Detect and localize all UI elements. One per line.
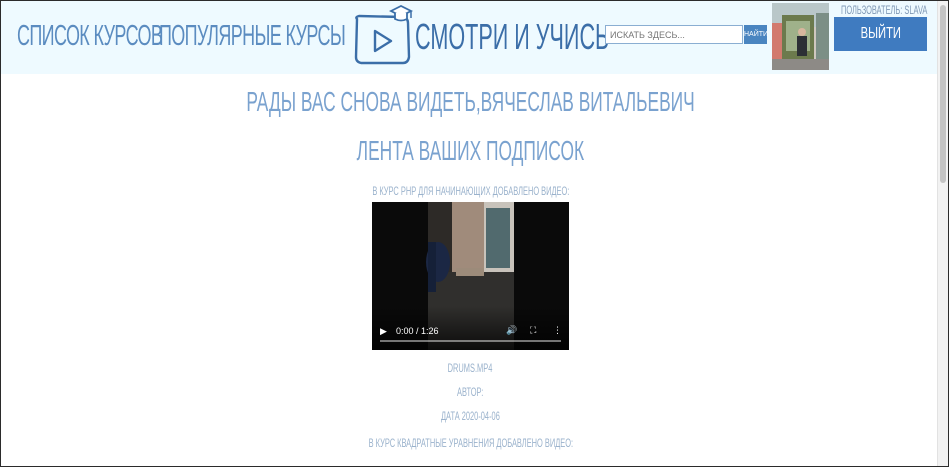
logout-button-label: Выйти bbox=[860, 25, 901, 42]
site-logo[interactable]: Смотри и учись bbox=[351, 5, 609, 69]
logo-play-icon bbox=[354, 5, 414, 65]
top-header: Список курсов Популярные курсы Смотри и … bbox=[1, 1, 948, 74]
feed-item-announcement: В курс Квадратные уравнения добавлено ви… bbox=[368, 436, 573, 450]
welcome-message: Рады вас снова видеть,Вячеслав Витальеви… bbox=[246, 86, 695, 117]
feed-item-announcement: В курс PHP для начинающих добавлено виде… bbox=[372, 184, 569, 198]
video-time: 0:00 / 1:26 bbox=[396, 326, 439, 336]
video-progress-bar[interactable] bbox=[380, 340, 561, 342]
feed-title: Лента ваших подписок bbox=[356, 135, 585, 166]
nav-popular-courses-link[interactable]: Популярные курсы bbox=[159, 17, 346, 55]
volume-icon[interactable]: 🔊 bbox=[506, 325, 517, 335]
fullscreen-icon[interactable]: ⛶ bbox=[530, 325, 536, 335]
page-scrollbar[interactable] bbox=[937, 1, 948, 466]
more-vertical-icon[interactable]: ⋮ bbox=[553, 325, 562, 335]
video-date: Дата 2020-04-06 bbox=[441, 409, 500, 423]
logo-text: Смотри и учись bbox=[415, 16, 610, 57]
video-author: Автор: bbox=[457, 385, 484, 399]
search-input[interactable] bbox=[605, 25, 743, 44]
nav-course-list-link[interactable]: Список курсов bbox=[17, 17, 163, 55]
video-filename: drums.mp4 bbox=[448, 361, 493, 375]
video-controls: ▶ 0:00 / 1:26 🔊 ⛶ ⋮ bbox=[372, 306, 569, 350]
search-button[interactable]: Найти bbox=[744, 25, 768, 44]
user-avatar[interactable] bbox=[772, 3, 829, 70]
page-frame: Список курсов Популярные курсы Смотри и … bbox=[0, 0, 949, 467]
scrollbar-thumb[interactable] bbox=[940, 5, 946, 183]
video-player[interactable]: ▶ 0:00 / 1:26 🔊 ⛶ ⋮ bbox=[372, 202, 569, 350]
play-icon[interactable]: ▶ bbox=[380, 326, 387, 336]
current-user-label: Пользователь: slava bbox=[841, 3, 928, 17]
logout-button[interactable]: Выйти bbox=[834, 17, 927, 51]
